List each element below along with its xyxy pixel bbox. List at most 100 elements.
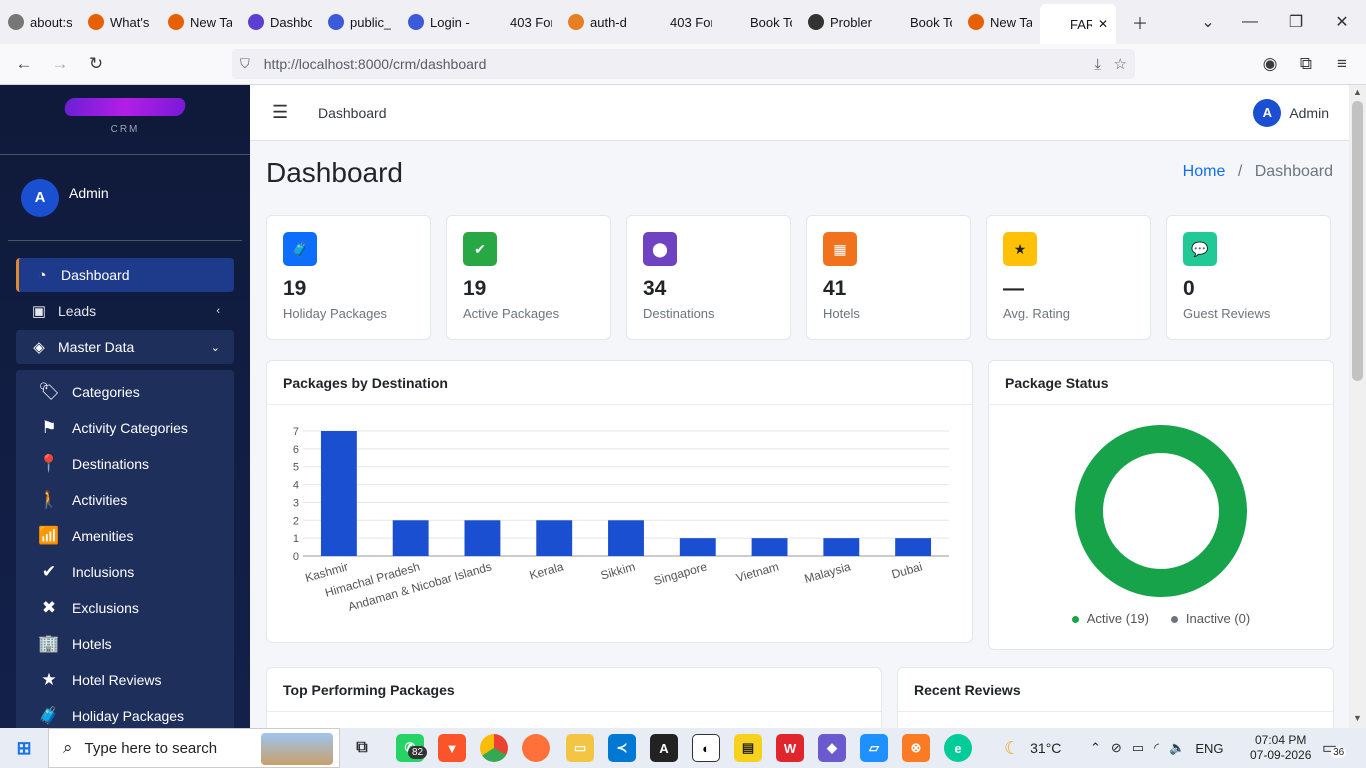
stat-card[interactable]: ⬤ 34 Destinations (626, 215, 791, 340)
sidebar-item-leads[interactable]: ▣ Leads ‹ (16, 294, 234, 328)
legend-item[interactable]: Inactive (0) (1170, 611, 1250, 626)
brave-browser-icon[interactable]: ▼ (438, 734, 466, 762)
volume-icon[interactable]: 🔈 (1169, 740, 1185, 756)
edge-icon[interactable]: e (944, 734, 972, 762)
browser-tab[interactable]: Book Tour I (880, 0, 960, 44)
network-off-icon[interactable]: ⊘ (1111, 740, 1122, 756)
reload-icon[interactable]: ↻ (78, 46, 114, 82)
browser-toolbar: ← → ↻ ⛉ http://localhost:8000/crm/dashbo… (0, 44, 1366, 85)
scroll-up-arrow-icon[interactable]: ▲ (1349, 87, 1366, 97)
xampp-icon[interactable]: ⊗ (902, 734, 930, 762)
sidebar-item-dashboard[interactable]: ◔ Dashboard (16, 258, 234, 292)
bookmark-star-icon[interactable]: ☆ (1114, 55, 1127, 73)
bar[interactable] (392, 520, 429, 556)
stat-card[interactable]: ▦ 41 Hotels (806, 215, 971, 340)
taskbar-search[interactable]: ⌕ Type here to search (48, 728, 340, 768)
browser-tab[interactable]: New Ta (160, 0, 240, 44)
battery-icon[interactable]: ▭ (1132, 740, 1144, 756)
sidebar-item-activity-categories[interactable]: ⚑ Activity Categories (16, 410, 234, 446)
sidebar-item-amenities[interactable]: 📶 Amenities (16, 518, 234, 554)
clock[interactable]: 07:04 PM 07-09-2026 (1250, 728, 1311, 768)
brand-logo-area[interactable]: CRM (0, 85, 250, 155)
breadcrumb-home-link[interactable]: Home (1183, 163, 1226, 180)
sticky-notes-icon[interactable]: ▤ (734, 734, 762, 762)
close-tab-icon[interactable]: ✕ (1098, 17, 1108, 31)
stat-card[interactable]: ★ — Avg. Rating (986, 215, 1151, 340)
stat-card[interactable]: 💬 0 Guest Reviews (1166, 215, 1331, 340)
github-icon[interactable]: ◐ (692, 734, 720, 762)
browser-tab[interactable]: public_ (320, 0, 400, 44)
wifi-icon[interactable]: ◜ (1154, 740, 1159, 756)
windows-start-icon[interactable]: ⊞ (10, 734, 38, 762)
top-user-menu[interactable]: A Admin (1253, 98, 1329, 127)
donut-slice[interactable] (1075, 425, 1247, 597)
sidebar-item-label: Dashboard (61, 267, 130, 283)
notification-center[interactable]: ▭ 36 (1322, 728, 1352, 768)
browser-tab[interactable]: FAREBU ✕ (1040, 4, 1116, 44)
tab-list-chevron-icon[interactable]: ⌄ (1188, 0, 1228, 44)
stat-card[interactable]: 🧳 19 Holiday Packages (266, 215, 431, 340)
browser-tab[interactable]: 403 Forbidd (640, 0, 720, 44)
sidebar-item-exclusions[interactable]: ✖ Exclusions (16, 590, 234, 626)
url-bar[interactable]: ⛉ http://localhost:8000/crm/dashboard ⤓ … (232, 49, 1135, 79)
chevron-up-icon[interactable]: ⌃ (1090, 740, 1101, 756)
bar[interactable] (895, 538, 932, 556)
close-window-button[interactable]: ✕ (1322, 0, 1362, 44)
sidebar-item-destinations[interactable]: 📍 Destinations (16, 446, 234, 482)
browser-tab[interactable]: Login - (400, 0, 480, 44)
a-app-icon[interactable]: A (650, 734, 678, 762)
scrollbar-thumb[interactable] (1352, 101, 1363, 381)
browser-tab[interactable]: about:sessi (0, 0, 80, 44)
bar[interactable] (464, 520, 501, 556)
legend-item[interactable]: Active (19) (1071, 611, 1149, 626)
browser-tab[interactable]: New Ta (960, 0, 1040, 44)
sidebar-item-master-data[interactable]: ◈ Master Data ⌄ (16, 330, 234, 364)
browser-tab[interactable]: auth-d (560, 0, 640, 44)
weather-widget[interactable]: ☾ 31°C (1004, 728, 1061, 768)
extensions-icon[interactable]: ⧉ (1288, 46, 1324, 82)
sidebar-item-hotels[interactable]: 🏢 Hotels (16, 626, 234, 662)
menu-hamburger-icon[interactable]: ≡ (1324, 46, 1360, 82)
hamburger-menu-icon[interactable]: ☰ (272, 102, 288, 123)
forward-arrow-icon[interactable]: → (42, 46, 78, 82)
scroll-down-arrow-icon[interactable]: ▼ (1349, 713, 1366, 723)
bar[interactable] (679, 538, 716, 556)
app-icon[interactable]: ▱ (860, 734, 888, 762)
bar[interactable] (751, 538, 788, 556)
browser-tab[interactable]: Dashbo (240, 0, 320, 44)
firefox-icon[interactable] (522, 734, 550, 762)
browser-tab[interactable]: What's (80, 0, 160, 44)
sidebar-item-categories[interactable]: 🏷 Categories (16, 374, 234, 410)
task-view-icon[interactable]: ⧉ (348, 734, 376, 762)
save-page-icon[interactable]: ⤓ (1094, 56, 1101, 73)
wps-office-icon[interactable]: W (776, 734, 804, 762)
back-arrow-icon[interactable]: ← (6, 46, 42, 82)
vscode-icon[interactable]: ≺ (608, 734, 636, 762)
bar[interactable] (823, 538, 860, 556)
nav-link-dashboard[interactable]: Dashboard (318, 105, 387, 121)
file-explorer-icon[interactable]: ▭ (566, 734, 594, 762)
browser-tab[interactable]: Book Tour I (720, 0, 800, 44)
page-scrollbar[interactable]: ▲ ▼ (1349, 85, 1366, 728)
browser-tab[interactable]: Probler (800, 0, 880, 44)
minimize-window-button[interactable]: — (1230, 0, 1270, 44)
user-panel[interactable]: A Admin (8, 155, 242, 241)
sidebar-item-activities[interactable]: 🚶 Activities (16, 482, 234, 518)
restore-window-button[interactable]: ❐ (1276, 0, 1316, 44)
bar[interactable] (320, 431, 357, 556)
sidebar-item-inclusions[interactable]: ✔ Inclusions (16, 554, 234, 590)
dev-tool-icon[interactable]: ◆ (818, 734, 846, 762)
master-data-submenu: 🏷 Categories ⚑ Activity Categories 📍 Destinat… (16, 370, 234, 728)
new-tab-button[interactable]: ＋ (1120, 0, 1160, 44)
bar[interactable] (608, 520, 644, 556)
language-indicator[interactable]: ENG (1195, 741, 1223, 756)
bar[interactable] (536, 520, 573, 556)
sidebar-item-hotel-reviews[interactable]: ★ Hotel Reviews (16, 662, 234, 698)
stat-card[interactable]: ✔ 19 Active Packages (446, 215, 611, 340)
browser-tab[interactable]: 403 Forbidd (480, 0, 560, 44)
account-icon[interactable]: ◉ (1252, 46, 1288, 82)
chrome-icon[interactable] (480, 734, 508, 762)
sidebar-item-label: Amenities (72, 528, 134, 544)
search-icon: ⌕ (63, 738, 73, 757)
sidebar-item-holiday-packages[interactable]: 🧳 Holiday Packages (16, 698, 234, 728)
